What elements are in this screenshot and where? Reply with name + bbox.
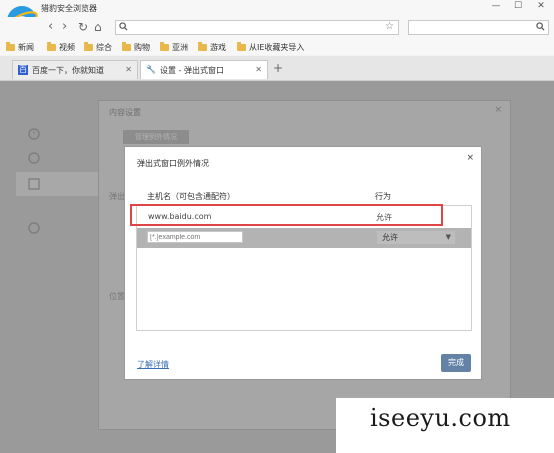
- sidebar-item[interactable]: [16, 218, 106, 242]
- dialog-title: 内容设置: [109, 108, 141, 117]
- baidu-favicon-icon: 百: [18, 65, 28, 75]
- close-icon[interactable]: ×: [466, 153, 474, 163]
- sidebar-item[interactable]: [16, 172, 106, 196]
- close-icon[interactable]: ×: [494, 105, 502, 115]
- bookmark-folder[interactable]: 综合: [84, 41, 112, 53]
- help-icon: [28, 222, 40, 234]
- forward-button[interactable]: ›: [62, 19, 67, 35]
- search-icon[interactable]: [536, 22, 545, 31]
- folder-icon: [84, 41, 93, 51]
- column-header-host: 主机名（可包含通配符）: [147, 192, 235, 201]
- folder-icon: [122, 41, 131, 51]
- home-button[interactable]: ⌂: [94, 19, 102, 35]
- settings-sidebar: [16, 90, 106, 250]
- app-title: 猎豹安全浏览器: [41, 4, 97, 13]
- folder-icon: [198, 41, 207, 51]
- search-box[interactable]: [408, 20, 549, 35]
- wrench-icon: 🔧: [146, 65, 156, 74]
- minimize-button[interactable]: —: [488, 0, 504, 13]
- address-input[interactable]: [131, 22, 380, 33]
- folder-icon: [160, 41, 169, 51]
- title-bar: 猎豹安全浏览器 — ☐ ✕: [0, 0, 554, 17]
- chevron-down-icon: ▼: [445, 233, 451, 241]
- bookmark-folder[interactable]: 亚洲: [160, 41, 188, 53]
- section-label: 弹出: [109, 192, 125, 201]
- bookmark-folder[interactable]: 视频: [47, 41, 75, 53]
- search-icon: [119, 22, 128, 31]
- close-tab-icon[interactable]: ✕: [255, 65, 262, 74]
- close-window-button[interactable]: ✕: [533, 0, 549, 13]
- info-icon: [28, 152, 40, 164]
- bookmark-folder[interactable]: 购物: [122, 41, 150, 53]
- annotation-highlight: [130, 204, 443, 226]
- manage-exceptions-button[interactable]: 管理例外情况: [123, 130, 189, 144]
- favorite-star-icon[interactable]: ☆: [385, 21, 394, 32]
- popup-exceptions-dialog: 弹出式窗口例外情况 × 主机名（可包含通配符） 行为 www.baidu.com…: [124, 146, 482, 380]
- done-button[interactable]: 完成: [441, 354, 471, 372]
- column-header-action: 行为: [375, 192, 391, 201]
- address-bar[interactable]: ☆: [115, 20, 399, 35]
- sidebar-item[interactable]: [16, 124, 106, 148]
- new-exception-row: 允许 ▼: [137, 228, 471, 248]
- sidebar-item[interactable]: [16, 148, 106, 172]
- reload-button[interactable]: ↻: [78, 19, 88, 35]
- clock-icon: [28, 128, 40, 140]
- maximize-button[interactable]: ☐: [510, 0, 526, 13]
- settings-icon: [28, 178, 40, 190]
- watermark: iseeyu.com: [336, 398, 554, 453]
- dialog-title: 弹出式窗口例外情况: [137, 159, 209, 168]
- folder-icon: [6, 41, 15, 51]
- new-tab-button[interactable]: +: [273, 61, 283, 75]
- action-select[interactable]: 允许 ▼: [377, 231, 455, 244]
- hostname-input[interactable]: [147, 231, 243, 243]
- bookmark-folder[interactable]: 新闻: [6, 41, 34, 53]
- tab-settings[interactable]: 🔧 设置 - 弹出式窗口 ✕: [140, 60, 268, 79]
- close-tab-icon[interactable]: ✕: [125, 65, 132, 74]
- section-label: 位置: [109, 292, 125, 301]
- bookmarks-bar: 新闻 视频 综合 购物 亚洲 游戏 从IE收藏夹导入: [0, 39, 554, 55]
- tab-baidu[interactable]: 百 百度一下，你就知道 ✕: [12, 60, 138, 79]
- bookmark-folder[interactable]: 游戏: [198, 41, 226, 53]
- folder-icon: [237, 41, 246, 51]
- bookmark-folder[interactable]: 从IE收藏夹导入: [237, 41, 304, 53]
- learn-more-link[interactable]: 了解详情: [137, 359, 169, 370]
- search-input[interactable]: [412, 22, 532, 33]
- folder-icon: [47, 41, 56, 51]
- back-button[interactable]: ‹: [48, 19, 53, 35]
